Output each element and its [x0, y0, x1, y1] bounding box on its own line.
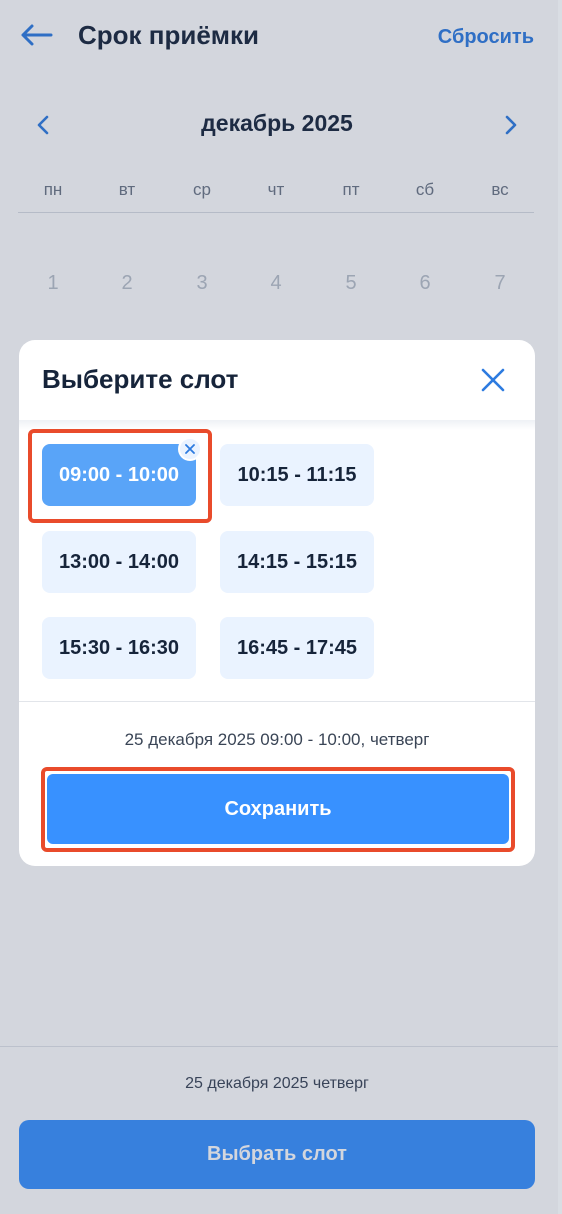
close-button[interactable] [475, 362, 511, 398]
modal-title: Выберите слот [42, 364, 239, 394]
slot-label: 10:15 - 11:15 [237, 463, 357, 486]
deselect-slot-button[interactable] [178, 437, 202, 461]
slot-label: 13:00 - 14:00 [58, 550, 180, 573]
close-icon [481, 368, 505, 392]
slot-option[interactable]: 10:15 - 11:15 [220, 444, 374, 506]
save-button[interactable]: Сохранить [47, 774, 509, 844]
slot-option-selected[interactable]: 09:00 - 10:00 [42, 437, 202, 506]
scroll-shadow [19, 420, 535, 430]
slot-label: 09:00 - 10:00 [58, 463, 180, 486]
scrollbar[interactable] [558, 0, 562, 1214]
close-icon [185, 444, 195, 454]
slot-option[interactable]: 16:45 - 17:45 [220, 617, 374, 679]
slot-picker-modal: Выберите слот 09:00 - 10:00 10:15 - 11:1… [19, 340, 535, 866]
slot-summary-text: 25 декабря 2025 09:00 - 10:00, четверг [124, 730, 430, 749]
slot-option[interactable]: 13:00 - 14:00 [42, 531, 196, 593]
slot-option[interactable]: 15:30 - 16:30 [42, 617, 196, 679]
slot-label: 14:15 - 15:15 [236, 550, 358, 573]
modal-divider [19, 701, 535, 702]
slot-label: 15:30 - 16:30 [58, 636, 180, 659]
slot-label: 16:45 - 17:45 [236, 636, 358, 659]
slot-option[interactable]: 14:15 - 15:15 [220, 531, 374, 593]
